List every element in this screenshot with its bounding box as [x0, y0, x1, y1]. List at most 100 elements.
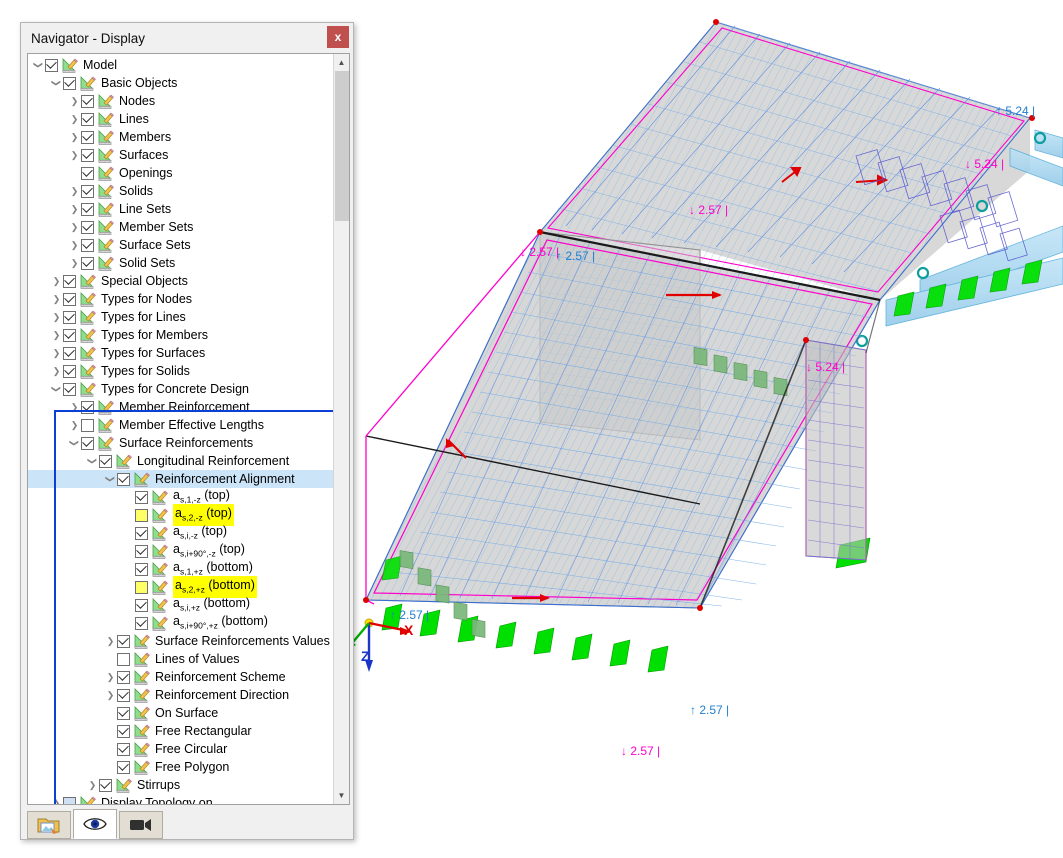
tree-item-checkbox[interactable]: [81, 238, 94, 252]
tree-item[interactable]: Free Polygon: [28, 758, 333, 776]
chevron-right-icon[interactable]: ❯: [68, 218, 81, 236]
tree-item[interactable]: ❯ Solid Sets: [28, 254, 333, 272]
tree-item-checkbox[interactable]: [117, 652, 130, 666]
tree-item[interactable]: ❯ Types for Concrete Design: [28, 380, 333, 398]
tree-item-checkbox[interactable]: [135, 616, 148, 630]
tree-item-checkbox[interactable]: [63, 364, 76, 378]
tree-item[interactable]: Lines of Values: [28, 650, 333, 668]
chevron-right-icon[interactable]: ❯: [50, 344, 63, 362]
scrollbar-thumb[interactable]: [334, 71, 349, 221]
tree-item-checkbox[interactable]: [81, 202, 94, 216]
chevron-right-icon[interactable]: ❯: [50, 326, 63, 344]
tree-item-checkbox[interactable]: [63, 382, 76, 396]
tree-item[interactable]: ❯ Surface Sets: [28, 236, 333, 254]
chevron-right-icon[interactable]: ❯: [68, 128, 81, 146]
scroll-up-button[interactable]: ▲: [333, 54, 349, 71]
tree-item-checkbox[interactable]: [135, 490, 148, 504]
tree-item-checkbox[interactable]: [81, 148, 94, 162]
tree-item[interactable]: ❯ Basic Objects: [28, 74, 333, 92]
tree-item-checkbox[interactable]: [63, 310, 76, 324]
tree-item[interactable]: On Surface: [28, 704, 333, 722]
chevron-right-icon[interactable]: ❯: [104, 668, 117, 686]
tree-item-checkbox[interactable]: [135, 562, 148, 576]
tree-item-checkbox[interactable]: [117, 670, 130, 684]
tree-item-checkbox[interactable]: [135, 598, 148, 612]
chevron-right-icon[interactable]: ❯: [68, 236, 81, 254]
tree-item[interactable]: ❯ Types for Nodes: [28, 290, 333, 308]
tree-item-checkbox[interactable]: [99, 454, 112, 468]
chevron-right-icon[interactable]: ❯: [68, 146, 81, 164]
display-navigator-tab[interactable]: [73, 809, 117, 839]
tree-item[interactable]: ❯ Surface Reinforcements Values: [28, 632, 333, 650]
tree-item-checkbox[interactable]: [117, 742, 130, 756]
close-icon[interactable]: x: [327, 26, 349, 48]
tree-item[interactable]: ❯ Members: [28, 128, 333, 146]
tree-item-checkbox[interactable]: [81, 418, 94, 432]
tree-item-checkbox[interactable]: [117, 760, 130, 774]
chevron-right-icon[interactable]: ❯: [68, 92, 81, 110]
display-tree-container[interactable]: ❯ Model ❯ Basic Objects ❯ Nodes ❯ Lines ❯ Members…: [27, 53, 350, 805]
tree-item[interactable]: ❯ Types for Solids: [28, 362, 333, 380]
tree-item-checkbox[interactable]: [135, 544, 148, 558]
tree-item-checkbox[interactable]: [117, 472, 130, 486]
tree-item-checkbox[interactable]: [63, 76, 76, 90]
tree-item[interactable]: ❯ Stirrups: [28, 776, 333, 794]
tree-item[interactable]: ❯ Types for Surfaces: [28, 344, 333, 362]
tree-item-checkbox[interactable]: [117, 706, 130, 720]
tree-item-checkbox[interactable]: [81, 220, 94, 234]
chevron-right-icon[interactable]: ❯: [86, 776, 99, 794]
tree-item[interactable]: ❯ Nodes: [28, 92, 333, 110]
tree-item[interactable]: ❯ Solids: [28, 182, 333, 200]
chevron-right-icon[interactable]: ❯: [68, 200, 81, 218]
tree-item-checkbox[interactable]: [81, 166, 94, 180]
tree-item-checkbox[interactable]: [81, 130, 94, 144]
navigator-display-panel[interactable]: Navigator - Display x ❯ Model ❯ Basic Objec…: [20, 22, 354, 840]
views-navigator-tab[interactable]: [119, 811, 163, 839]
tree-item[interactable]: as,i+90°,+z (bottom): [28, 614, 333, 632]
tree-item-checkbox[interactable]: [63, 274, 76, 288]
tree-vertical-scrollbar[interactable]: ▲ ▼: [333, 54, 349, 804]
tree-item[interactable]: ❯ Display Topology on: [28, 794, 333, 804]
chevron-right-icon[interactable]: ❯: [104, 632, 117, 650]
tree-item-checkbox[interactable]: [45, 58, 58, 72]
tree-item-checkbox[interactable]: [81, 112, 94, 126]
tree-item[interactable]: ❯ Types for Lines: [28, 308, 333, 326]
chevron-right-icon[interactable]: ❯: [68, 416, 81, 434]
tree-item-checkbox[interactable]: [81, 400, 94, 414]
tree-item[interactable]: ❯ Surface Reinforcements: [28, 434, 333, 452]
chevron-right-icon[interactable]: ❯: [50, 308, 63, 326]
tree-item-checkbox[interactable]: [63, 796, 76, 804]
tree-item-checkbox[interactable]: [117, 688, 130, 702]
tree-item[interactable]: ❯ Member Effective Lengths: [28, 416, 333, 434]
tree-item[interactable]: ❯ Types for Members: [28, 326, 333, 344]
tree-item-checkbox[interactable]: [81, 94, 94, 108]
tree-item-checkbox[interactable]: [63, 292, 76, 306]
chevron-right-icon[interactable]: ❯: [68, 182, 81, 200]
chevron-right-icon[interactable]: ❯: [68, 254, 81, 272]
tree-item[interactable]: Free Circular: [28, 740, 333, 758]
tree-item[interactable]: ❯ Reinforcement Scheme: [28, 668, 333, 686]
chevron-right-icon[interactable]: ❯: [104, 686, 117, 704]
scrollbar-track[interactable]: [333, 221, 349, 787]
tree-item-checkbox[interactable]: [117, 634, 130, 648]
chevron-right-icon[interactable]: ❯: [50, 362, 63, 380]
chevron-right-icon[interactable]: ❯: [50, 794, 63, 805]
tree-item[interactable]: ❯ Model: [28, 56, 333, 74]
tree-item-checkbox[interactable]: [99, 778, 112, 792]
tree-item[interactable]: ❯ Surfaces: [28, 146, 333, 164]
scroll-down-button[interactable]: ▼: [333, 787, 349, 804]
display-tree-scroll-area[interactable]: ❯ Model ❯ Basic Objects ❯ Nodes ❯ Lines ❯ Members…: [28, 54, 333, 804]
tree-item-checkbox[interactable]: [135, 508, 148, 522]
tree-item-checkbox[interactable]: [63, 346, 76, 360]
tree-item[interactable]: ❯ Member Sets: [28, 218, 333, 236]
tree-item[interactable]: ❯ Line Sets: [28, 200, 333, 218]
tree-item-checkbox[interactable]: [135, 526, 148, 540]
navigator-titlebar[interactable]: Navigator - Display x: [21, 23, 353, 53]
tree-item[interactable]: ❯ Special Objects: [28, 272, 333, 290]
tree-item-checkbox[interactable]: [81, 436, 94, 450]
tree-item-checkbox[interactable]: [135, 580, 148, 594]
tree-item-checkbox[interactable]: [81, 256, 94, 270]
tree-item[interactable]: ❯ Longitudinal Reinforcement: [28, 452, 333, 470]
tree-item[interactable]: Free Rectangular: [28, 722, 333, 740]
chevron-right-icon[interactable]: ❯: [50, 272, 63, 290]
